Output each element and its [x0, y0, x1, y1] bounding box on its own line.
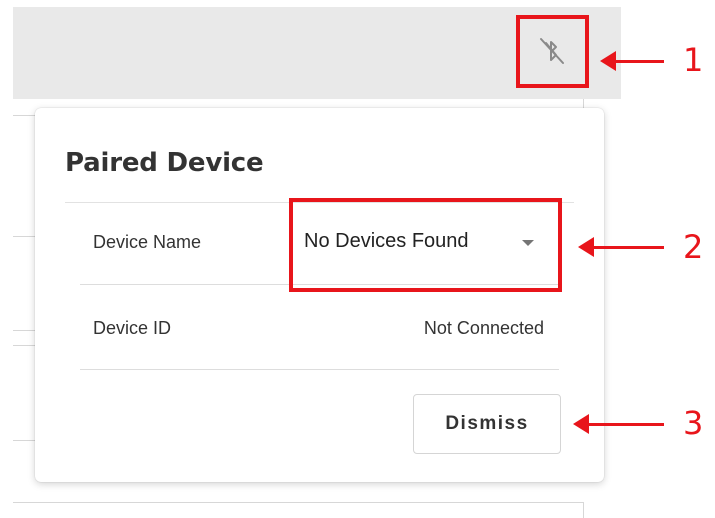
callout-number-3: 3	[683, 404, 704, 442]
callout-arrow-1	[600, 51, 664, 71]
arrow-line	[588, 246, 664, 249]
paired-device-dialog: Paired Device Device Name No Devices Fou…	[35, 108, 604, 482]
bluetooth-toggle-button[interactable]	[518, 17, 586, 85]
screenshot-stage: Paired Device Device Name No Devices Fou…	[0, 0, 715, 518]
background-border	[583, 502, 584, 518]
device-id-value: Not Connected	[423, 318, 544, 338]
callout-number-2: 2	[683, 228, 704, 266]
background-divider	[13, 502, 583, 503]
dialog-title-divider	[65, 202, 574, 203]
dialog-title: Paired Device	[65, 148, 264, 178]
row-divider	[80, 369, 559, 370]
callout-arrow-2	[578, 237, 664, 257]
callout-arrow-3	[573, 414, 664, 434]
row-divider	[80, 284, 559, 285]
callout-number-1: 1	[683, 41, 704, 79]
arrow-line	[583, 423, 664, 426]
device-id-label: Device ID	[93, 318, 172, 338]
chevron-down-icon	[522, 240, 534, 246]
dismiss-button[interactable]: Dismiss	[413, 394, 561, 454]
device-name-label: Device Name	[93, 232, 202, 252]
device-name-selected-value: No Devices Found	[304, 230, 469, 252]
arrow-line	[610, 60, 664, 63]
bluetooth-disabled-icon	[540, 38, 564, 64]
device-name-select[interactable]: No Devices Found	[295, 204, 555, 284]
